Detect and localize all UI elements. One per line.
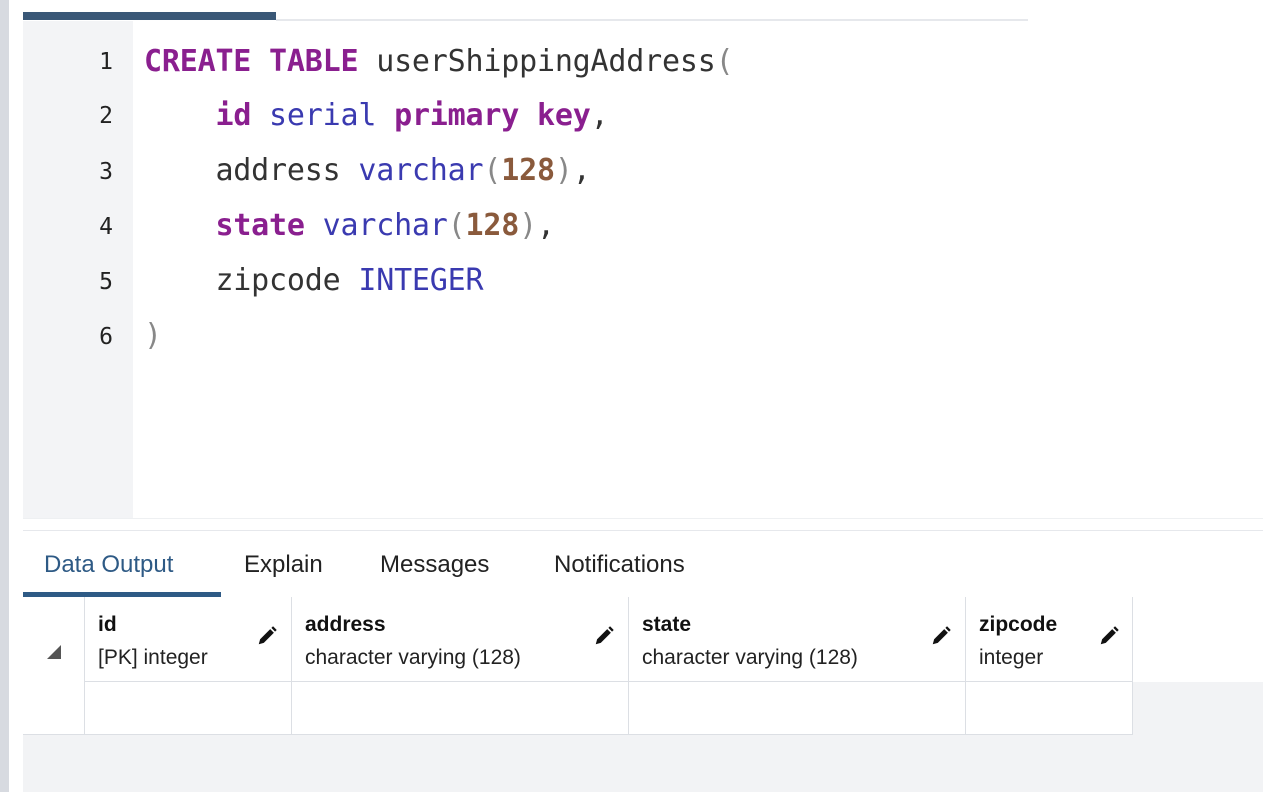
data-output-grid: id [PK] integer address character varyin… <box>23 597 1263 792</box>
column-type: integer <box>979 646 1044 669</box>
code-token: , <box>537 208 555 243</box>
column-id: id [PK] integer <box>85 597 292 735</box>
column-header[interactable]: id [PK] integer <box>85 597 291 682</box>
code-token: ) <box>519 208 538 243</box>
line-number: 3 <box>99 159 113 185</box>
column-name: zipcode <box>979 613 1058 636</box>
left-rail <box>0 0 9 792</box>
line-number: 1 <box>99 49 113 75</box>
grid-header-band <box>1133 597 1263 682</box>
pencil-icon[interactable] <box>593 625 615 647</box>
editor-divider <box>23 518 1263 519</box>
code-token: varchar <box>304 208 448 243</box>
code-token: INTEGER <box>358 263 484 298</box>
query-tab-indicator <box>23 12 276 20</box>
column-header[interactable]: address character varying (128) <box>292 597 628 682</box>
code-line[interactable]: address varchar(128), <box>144 152 591 190</box>
code-token: primary key <box>376 98 591 133</box>
code-token: CREATE TABLE <box>144 44 359 79</box>
code-line[interactable]: id serial primary key, <box>144 97 608 135</box>
line-number: 2 <box>99 103 113 129</box>
code-token: ( <box>715 44 734 79</box>
code-token: 128 <box>501 153 555 188</box>
code-line[interactable]: zipcode INTEGER <box>144 262 483 300</box>
code-token: , <box>572 153 591 188</box>
code-line[interactable]: CREATE TABLE userShippingAddress( <box>144 43 734 81</box>
corner-triangle-icon[interactable] <box>47 645 61 659</box>
code-token: id <box>215 98 252 133</box>
tab-explain[interactable]: Explain <box>244 551 323 579</box>
tab-messages[interactable]: Messages <box>380 551 489 579</box>
code-token: ( <box>447 208 466 243</box>
code-token: ) <box>144 318 162 353</box>
tab-data-output[interactable]: Data Output <box>44 551 173 579</box>
code-token: ) <box>554 153 573 188</box>
line-number: 4 <box>99 214 113 240</box>
column-name: id <box>98 613 117 636</box>
column-name: address <box>305 613 386 636</box>
code-token: state <box>215 208 305 243</box>
column-name: state <box>642 613 692 636</box>
code-token: ( <box>483 153 502 188</box>
code-token: varchar <box>358 153 484 188</box>
code-token: address <box>144 153 359 188</box>
code-token: serial <box>251 98 377 133</box>
output-tab-bar: Data Output Explain Messages Notificatio… <box>23 530 1263 599</box>
line-number: 5 <box>99 269 113 295</box>
row-header-column <box>23 597 85 735</box>
column-type: character varying (128) <box>642 646 858 669</box>
column-state: state character varying (128) <box>629 597 966 735</box>
code-token: zipcode <box>144 263 359 298</box>
column-type: [PK] integer <box>98 646 208 669</box>
pencil-icon[interactable] <box>256 625 278 647</box>
code-token: userShippingAddress <box>358 44 716 79</box>
sql-editor[interactable]: 1 2 3 4 5 6 CREATE TABLE userShippingAdd… <box>23 21 1263 519</box>
pencil-icon[interactable] <box>930 625 952 647</box>
code-line[interactable]: state varchar(128), <box>144 207 555 245</box>
column-header[interactable]: state character varying (128) <box>629 597 965 682</box>
code-token: , <box>590 98 609 133</box>
code-token: 128 <box>465 208 520 243</box>
pencil-icon[interactable] <box>1098 625 1120 647</box>
column-address: address character varying (128) <box>292 597 629 735</box>
column-header[interactable]: zipcode integer <box>966 597 1132 682</box>
tab-notifications[interactable]: Notifications <box>554 551 685 579</box>
code-line[interactable]: ) <box>144 317 162 355</box>
line-number-gutter: 1 2 3 4 5 6 <box>23 21 133 518</box>
grid-row-divider <box>23 734 1133 735</box>
column-zipcode: zipcode integer <box>966 597 1133 735</box>
column-type: character varying (128) <box>305 646 521 669</box>
line-number: 6 <box>99 324 113 350</box>
